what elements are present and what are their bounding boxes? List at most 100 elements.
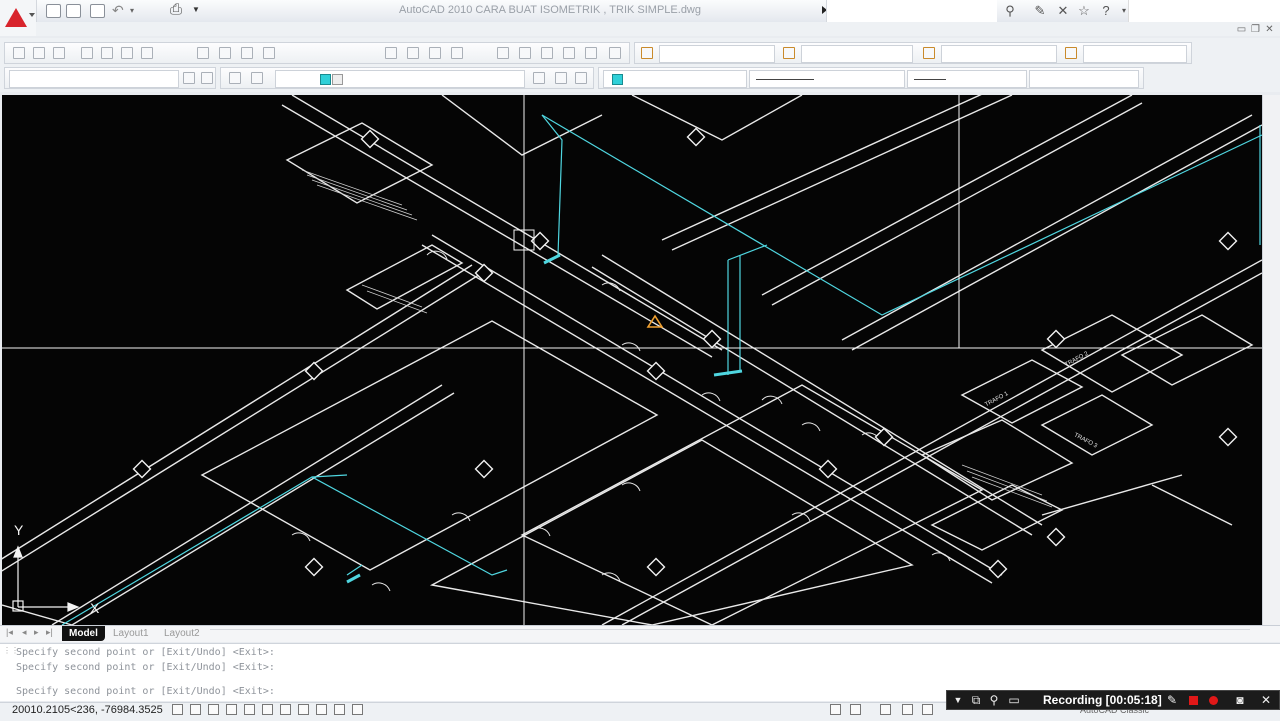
- properties-icon[interactable]: [497, 47, 509, 59]
- layer-isolate-icon[interactable]: [575, 72, 587, 84]
- recorder-close-icon[interactable]: ✕: [1259, 693, 1273, 707]
- vertical-scrollbar[interactable]: [1262, 95, 1280, 625]
- menu-bar: [36, 22, 1280, 36]
- dynamic-input-icon[interactable]: [298, 704, 309, 715]
- restore-icon[interactable]: ❐: [1250, 25, 1261, 35]
- tab-model[interactable]: Model: [62, 626, 105, 641]
- tab-next-icon[interactable]: ▸: [34, 627, 39, 638]
- workspace-dropdown[interactable]: [9, 70, 179, 88]
- stop-recording-icon[interactable]: [1189, 696, 1198, 705]
- autocad-logo-icon[interactable]: [0, 0, 37, 36]
- recorder-zoom-icon[interactable]: ⚲: [987, 693, 1001, 707]
- 3d-dwf-icon[interactable]: [141, 47, 153, 59]
- recorder-draw-icon[interactable]: ✎: [1165, 693, 1179, 707]
- command-grip-icon[interactable]: ⋮⋮: [3, 646, 19, 656]
- layer-dropdown[interactable]: [275, 70, 525, 88]
- camera-icon[interactable]: ◙: [1233, 693, 1247, 707]
- workspace-settings-icon[interactable]: [183, 72, 195, 84]
- ucs-dynamic-icon[interactable]: [280, 704, 291, 715]
- pan-icon[interactable]: [385, 47, 397, 59]
- layer-color-swatch: [320, 74, 331, 85]
- ortho-mode-icon[interactable]: [208, 704, 219, 715]
- zoom-window-icon[interactable]: [429, 47, 441, 59]
- tools-icon[interactable]: ✕: [1055, 3, 1071, 19]
- text-style-icon[interactable]: [641, 47, 653, 59]
- table-style-dropdown[interactable]: [941, 45, 1057, 63]
- lineweight-control-dropdown[interactable]: [907, 70, 1027, 88]
- undo-dropdown-icon[interactable]: ▾: [130, 6, 134, 15]
- help-icon[interactable]: ?: [1098, 3, 1114, 19]
- zoom-realtime-icon[interactable]: [407, 47, 419, 59]
- help-icon[interactable]: [609, 47, 621, 59]
- design-center-icon[interactable]: [519, 47, 531, 59]
- communication-center-icon[interactable]: ✎: [1032, 3, 1048, 19]
- binoculars-icon[interactable]: ⚲: [1002, 3, 1018, 19]
- publish-icon[interactable]: [121, 47, 133, 59]
- horizontal-scrollbar[interactable]: [210, 629, 1250, 638]
- close-icon[interactable]: ✕: [1264, 25, 1275, 35]
- recorder-menu-icon[interactable]: ▼: [951, 693, 965, 707]
- polar-tracking-icon[interactable]: [226, 704, 237, 715]
- plot-icon[interactable]: ⎙: [170, 1, 182, 18]
- layer-properties-icon[interactable]: [229, 72, 241, 84]
- drawing-canvas[interactable]: Y X TRAFO 1 TRAFO 2 TRAFO 3: [2, 95, 1262, 625]
- new-file-icon[interactable]: [46, 4, 61, 18]
- star-icon[interactable]: ☆: [1076, 3, 1092, 19]
- quick-view-layouts-icon[interactable]: [830, 704, 841, 715]
- steering-wheel-icon[interactable]: [922, 704, 933, 715]
- zoom-icon[interactable]: [902, 704, 913, 715]
- valve-symbol: [346, 573, 361, 584]
- infocenter-search-input[interactable]: [826, 0, 997, 22]
- minimize-icon[interactable]: ▭: [1236, 25, 1247, 35]
- snap-mode-icon[interactable]: [172, 704, 183, 715]
- object-snap-tracking-icon[interactable]: [262, 704, 273, 715]
- pan-icon[interactable]: [880, 704, 891, 715]
- plot-preview-icon[interactable]: [101, 47, 113, 59]
- plot-style-dropdown[interactable]: [1029, 70, 1139, 88]
- tab-first-icon[interactable]: |◂: [6, 627, 13, 638]
- tab-last-icon[interactable]: ▸|: [46, 627, 53, 638]
- copy-icon[interactable]: [219, 47, 231, 59]
- tool-palettes-icon[interactable]: [541, 47, 553, 59]
- sheet-set-icon[interactable]: [563, 47, 575, 59]
- undo-icon[interactable]: ↶: [112, 2, 124, 19]
- open-file-icon[interactable]: [66, 4, 81, 18]
- qnew-icon[interactable]: [13, 47, 25, 59]
- table-style-icon[interactable]: [923, 47, 935, 59]
- recorder-fullscreen-icon[interactable]: ▭: [1007, 693, 1021, 707]
- make-current-layer-icon[interactable]: [533, 72, 545, 84]
- plot-icon[interactable]: [81, 47, 93, 59]
- cut-icon[interactable]: [197, 47, 209, 59]
- multileader-style-dropdown[interactable]: [1083, 45, 1187, 63]
- recorder-window-icon[interactable]: ⧉: [969, 693, 983, 707]
- tab-prev-icon[interactable]: ◂: [22, 627, 27, 638]
- dimension-style-icon[interactable]: [783, 47, 795, 59]
- quick-properties-icon[interactable]: [334, 704, 345, 715]
- workspace-save-icon[interactable]: [201, 72, 213, 84]
- color-control-dropdown[interactable]: [603, 70, 747, 88]
- open-icon[interactable]: [33, 47, 45, 59]
- save-icon[interactable]: [53, 47, 65, 59]
- quick-access-dropdown-icon[interactable]: ▼: [192, 5, 200, 14]
- grid-display-icon[interactable]: [190, 704, 201, 715]
- text-style-dropdown[interactable]: [659, 45, 775, 63]
- model-space-icon[interactable]: [352, 704, 363, 715]
- coordinate-readout[interactable]: 20010.2105<236, -76984.3525: [12, 704, 163, 716]
- record-icon[interactable]: [1209, 696, 1218, 705]
- tab-layout2[interactable]: Layout2: [157, 626, 207, 641]
- room-tag-trafo1: TRAFO 1: [984, 391, 1010, 409]
- quick-view-drawings-icon[interactable]: [850, 704, 861, 715]
- layer-state-icon[interactable]: [251, 72, 263, 84]
- markup-icon[interactable]: [585, 47, 597, 59]
- tab-layout1[interactable]: Layout1: [106, 626, 156, 641]
- match-properties-icon[interactable]: [263, 47, 275, 59]
- layer-previous-icon[interactable]: [555, 72, 567, 84]
- dimension-style-dropdown[interactable]: [801, 45, 913, 63]
- save-icon[interactable]: [90, 4, 105, 18]
- multileader-style-icon[interactable]: [1065, 47, 1077, 59]
- linetype-control-dropdown[interactable]: [749, 70, 905, 88]
- object-snap-icon[interactable]: [244, 704, 255, 715]
- lineweight-icon[interactable]: [316, 704, 327, 715]
- zoom-previous-icon[interactable]: [451, 47, 463, 59]
- paste-icon[interactable]: [241, 47, 253, 59]
